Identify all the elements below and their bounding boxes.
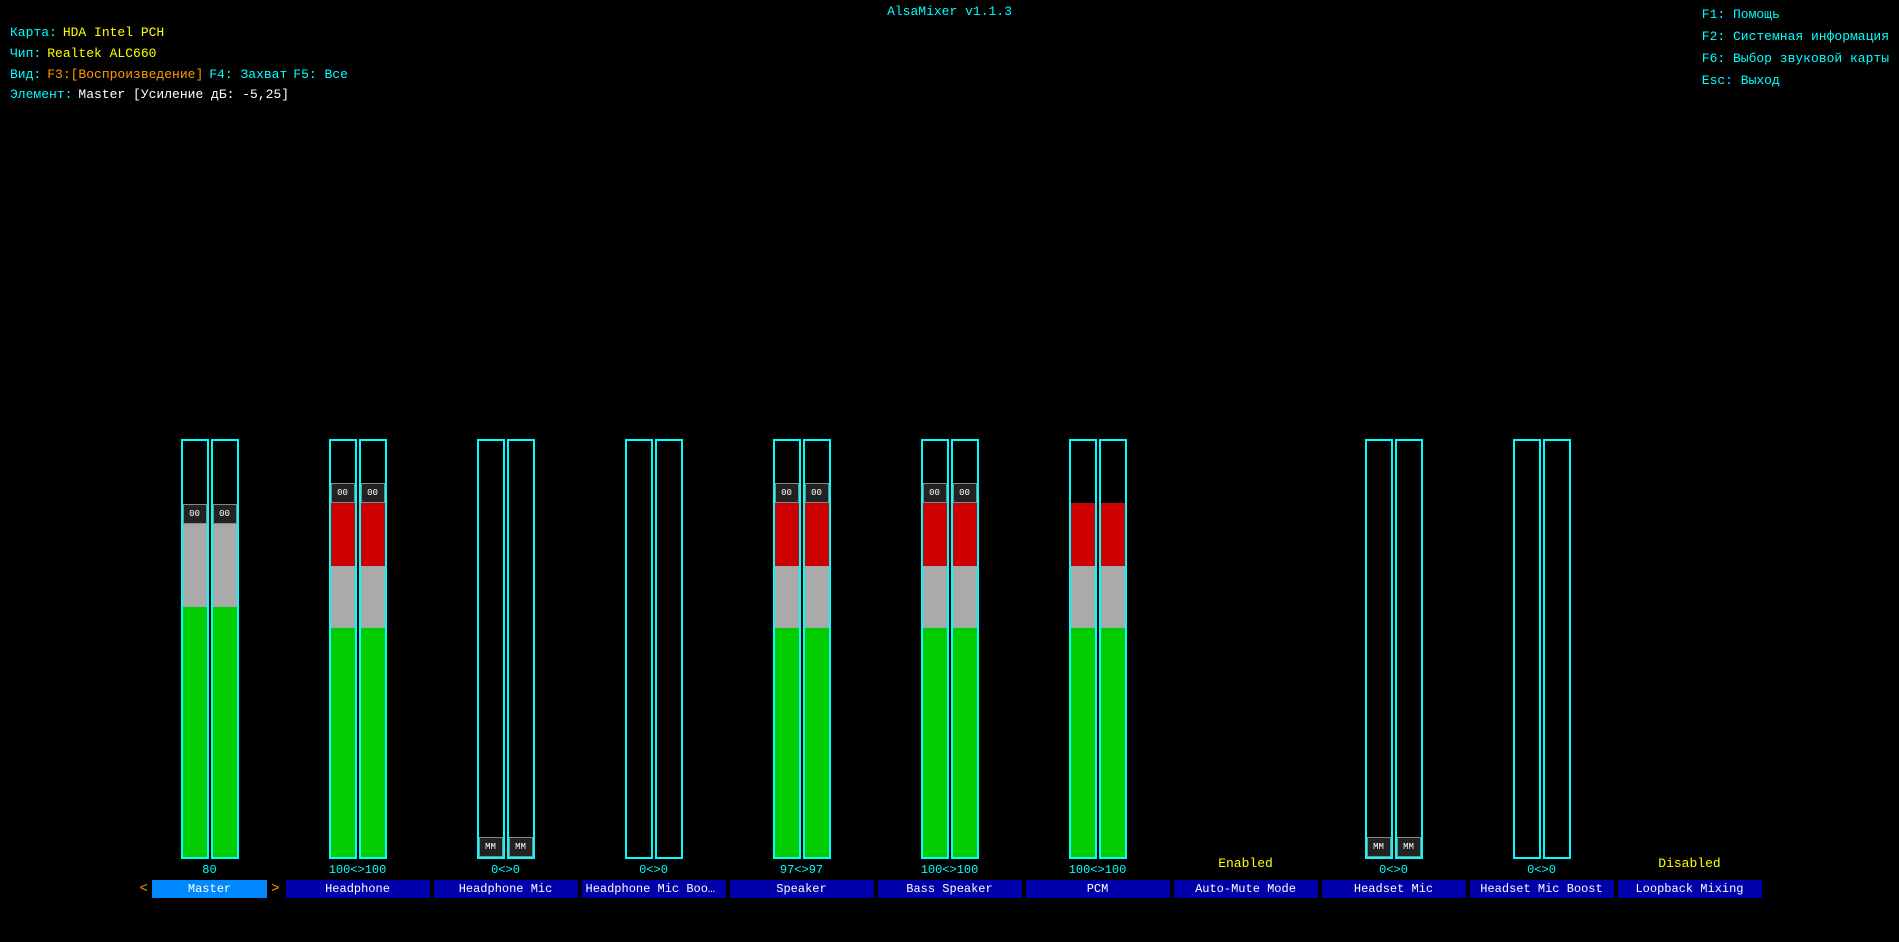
view-f4: F4: Захват (209, 65, 287, 86)
fader-knob: 00 (923, 483, 947, 503)
channel-col[interactable]: 00 00 80 <Master> (136, 90, 284, 942)
channel-nav-row: Headset Mic (1322, 880, 1466, 898)
chip-value: Realtek ALC660 (47, 44, 156, 65)
fader-track[interactable]: 00 (921, 439, 949, 859)
channel-col[interactable]: 00 00 100<>100 Headphone (284, 90, 432, 942)
channel-nav-row: Speaker (730, 880, 874, 898)
fader-track[interactable]: 00 (951, 439, 979, 859)
fader-wrap: MM MM (477, 439, 535, 859)
fader-track[interactable] (1069, 439, 1097, 859)
fader-knob: 00 (805, 483, 829, 503)
channel-col[interactable]: MM MM 0<>0 Headset Mic (1320, 90, 1468, 942)
channel-nav-row: Headset Mic Boost (1470, 880, 1614, 898)
fader-wrap (1069, 439, 1127, 859)
fader-wrap (1513, 439, 1571, 859)
fader-wrap (625, 439, 683, 859)
channel-nav-row: Headphone Mic (434, 880, 578, 898)
channel-label-bar[interactable]: PCM (1026, 880, 1170, 898)
channel-nav-row: PCM (1026, 880, 1170, 898)
view-label: Вид: (10, 65, 41, 86)
channel-label-bar[interactable]: Headphone Mic (434, 880, 578, 898)
channel-label-bar[interactable]: Headphone (286, 880, 430, 898)
fader-wrap: 00 00 (921, 439, 979, 859)
fader-knob: 00 (775, 483, 799, 503)
fader-track[interactable]: 00 (359, 439, 387, 859)
channel-label-bar[interactable]: Master (152, 880, 267, 898)
fader-wrap: 00 00 (329, 439, 387, 859)
fader-knob: 00 (331, 483, 355, 503)
channel-col[interactable]: 00 00 100<>100 Bass Speaker (876, 90, 1024, 942)
help-f1: F1: Помощь (1702, 4, 1889, 26)
card-value: HDA Intel PCH (63, 23, 164, 44)
fader-track[interactable]: 00 (773, 439, 801, 859)
fader-wrap: MM MM (1365, 439, 1423, 859)
channel-nav-row: Headphone Mic Boost (582, 880, 726, 898)
fader-track[interactable] (655, 439, 683, 859)
channel-value: 0<>0 (1379, 863, 1408, 877)
help-f2: F2: Системная информация (1702, 26, 1889, 48)
fader-knob: 00 (183, 504, 207, 524)
title-bar: AlsaMixer v1.1.3 (0, 0, 1899, 21)
fader-track[interactable]: 00 (181, 439, 209, 859)
channel-value: 0<>0 (1527, 863, 1556, 877)
channel-value: 100<>100 (329, 863, 387, 877)
channel-label-bar[interactable]: Headset Mic Boost (1470, 880, 1614, 898)
fader-wrap: 00 00 (773, 439, 831, 859)
card-label: Карта: (10, 23, 57, 44)
enum-status: Disabled (1658, 856, 1720, 871)
fader-knob: MM (1367, 837, 1391, 857)
channel-label-bar[interactable]: Auto-Mute Mode (1174, 880, 1318, 898)
channel-col[interactable]: 00 00 97<>97 Speaker (728, 90, 876, 942)
channel-nav-row: <Master> (138, 880, 282, 898)
channel-col[interactable]: 0<>0 Headset Mic Boost (1468, 90, 1616, 942)
channel-value: 100<>100 (921, 863, 979, 877)
view-f3: F3:[Воспроизведение] (47, 65, 203, 86)
channel-label-bar[interactable]: Headset Mic (1322, 880, 1466, 898)
channel-label-bar[interactable]: Headphone Mic Boost (582, 880, 726, 898)
channel-label-bar[interactable]: Bass Speaker (878, 880, 1022, 898)
channel-label-bar[interactable]: Speaker (730, 880, 874, 898)
app-title: AlsaMixer v1.1.3 (887, 4, 1012, 19)
fader-knob: 00 (361, 483, 385, 503)
nav-arrow-left[interactable]: < (138, 881, 150, 897)
channel-nav-row: Bass Speaker (878, 880, 1022, 898)
fader-track[interactable] (1513, 439, 1541, 859)
fader-track[interactable]: MM (1365, 439, 1393, 859)
channel-value: 80 (202, 863, 216, 877)
fader-track[interactable] (625, 439, 653, 859)
channel-col[interactable]: Enabled Auto-Mute Mode (1172, 90, 1320, 942)
fader-knob: MM (509, 837, 533, 857)
channel-value: 0<>0 (491, 863, 520, 877)
channel-col[interactable]: MM MM 0<>0 Headphone Mic (432, 90, 580, 942)
channels-container: 000080<Master>0000100<>100HeadphoneMMMM0… (0, 90, 1899, 942)
fader-track[interactable]: 00 (329, 439, 357, 859)
channel-col[interactable]: 0<>0 Headphone Mic Boost (580, 90, 728, 942)
fader-track[interactable] (1099, 439, 1127, 859)
fader-knob: 00 (953, 483, 977, 503)
help-panel: F1: Помощь F2: Системная информация F6: … (1702, 4, 1889, 92)
channel-col[interactable]: 100<>100 PCM (1024, 90, 1172, 942)
fader-knob: MM (479, 837, 503, 857)
chip-label: Чип: (10, 44, 41, 65)
enum-status: Enabled (1218, 856, 1273, 871)
fader-track[interactable]: MM (477, 439, 505, 859)
fader-wrap: 00 00 (181, 439, 239, 859)
help-f6: F6: Выбор звуковой карты (1702, 48, 1889, 70)
nav-arrow-right[interactable]: > (269, 881, 281, 897)
fader-track[interactable]: 00 (803, 439, 831, 859)
fader-track[interactable]: MM (507, 439, 535, 859)
channel-value: 97<>97 (780, 863, 823, 877)
view-f5: F5: Все (293, 65, 348, 86)
fader-knob: MM (1397, 837, 1421, 857)
channel-value: 0<>0 (639, 863, 668, 877)
channel-value: 100<>100 (1069, 863, 1127, 877)
fader-track[interactable] (1543, 439, 1571, 859)
fader-track[interactable]: 00 (211, 439, 239, 859)
fader-track[interactable]: MM (1395, 439, 1423, 859)
channel-label-bar[interactable]: Loopback Mixing (1618, 880, 1762, 898)
fader-knob: 00 (213, 504, 237, 524)
channel-nav-row: Headphone (286, 880, 430, 898)
channel-col[interactable]: Disabled Loopback Mixing (1616, 90, 1764, 942)
